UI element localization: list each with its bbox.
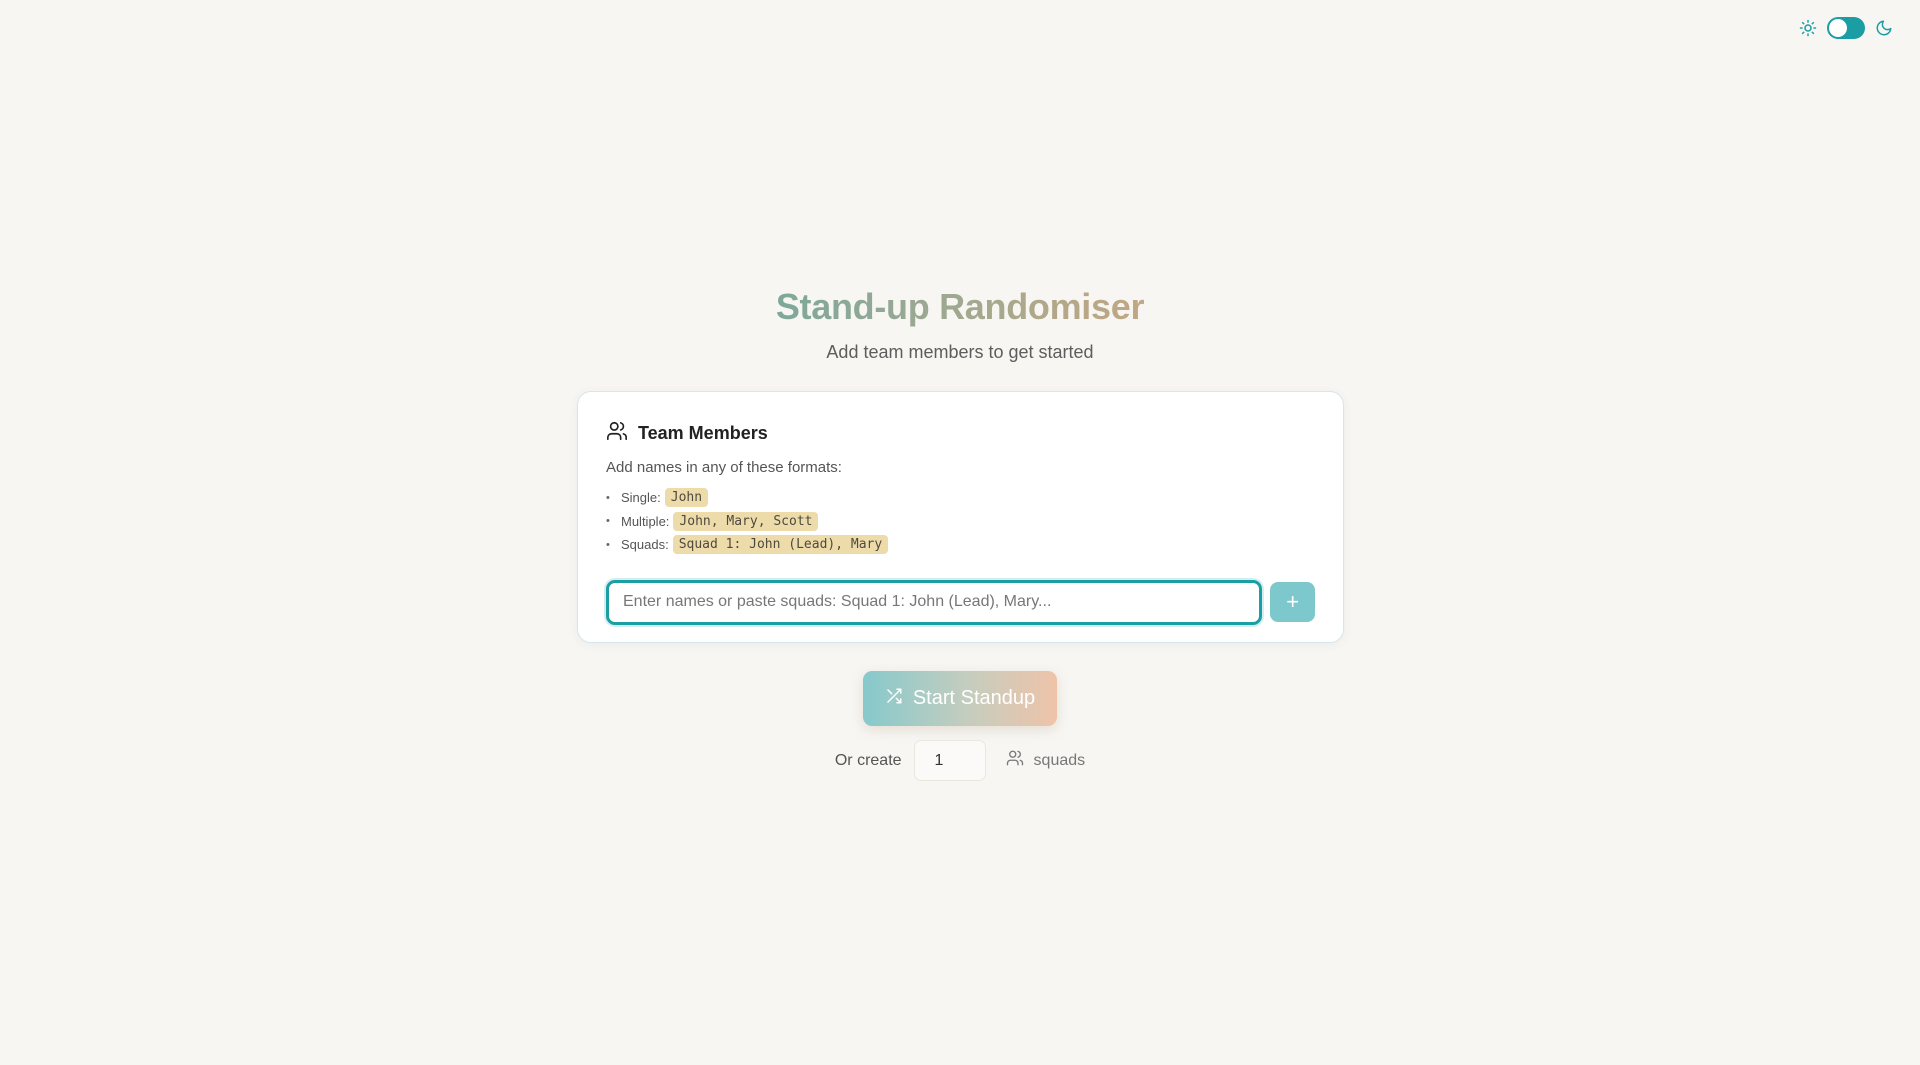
shuffle-icon bbox=[885, 687, 903, 711]
moon-icon bbox=[1875, 19, 1893, 37]
format-label: Multiple: bbox=[621, 513, 670, 529]
dark-mode-switch[interactable] bbox=[1827, 17, 1865, 39]
card-header: Team Members bbox=[606, 420, 1315, 447]
names-input[interactable] bbox=[606, 579, 1263, 625]
squads-suffix-group: squads bbox=[1006, 749, 1086, 772]
format-item-multiple: • Multiple: John, Mary, Scott bbox=[606, 510, 1315, 534]
start-standup-button[interactable]: Start Standup bbox=[863, 671, 1057, 726]
team-members-card: Team Members Add names in any of these f… bbox=[577, 391, 1344, 643]
format-item-squads: • Squads: Squad 1: John (Lead), Mary bbox=[606, 533, 1315, 557]
squads-suffix: squads bbox=[1033, 751, 1086, 769]
card-title: Team Members bbox=[638, 423, 768, 443]
format-item-single: • Single: John bbox=[606, 486, 1315, 510]
switch-knob bbox=[1829, 19, 1847, 37]
format-example: John bbox=[664, 488, 709, 508]
squads-prefix: Or create bbox=[834, 751, 902, 769]
squad-count-input[interactable] bbox=[913, 740, 986, 781]
add-member-row: + bbox=[606, 579, 1315, 625]
format-label: Squads: bbox=[621, 537, 669, 553]
create-squads-row: Or create squads bbox=[0, 740, 1920, 781]
format-list: • Single: John • Multiple: John, Mary, S… bbox=[606, 486, 1315, 557]
page-title: Stand-up Randomiser bbox=[775, 286, 1145, 327]
format-example: John, Mary, Scott bbox=[673, 511, 819, 531]
start-standup-label: Start Standup bbox=[912, 687, 1036, 709]
format-label: Single: bbox=[621, 490, 661, 506]
page-header: Stand-up Randomiser Add team members to … bbox=[0, 286, 1920, 363]
users-icon bbox=[606, 420, 628, 447]
sun-icon bbox=[1799, 19, 1817, 37]
add-member-button[interactable]: + bbox=[1270, 582, 1315, 622]
users-icon bbox=[1006, 749, 1024, 772]
formats-intro: Add names in any of these formats: bbox=[606, 459, 842, 476]
plus-icon: + bbox=[1286, 589, 1300, 614]
page-subtitle: Add team members to get started bbox=[826, 342, 1094, 362]
format-example: Squad 1: John (Lead), Mary bbox=[672, 535, 889, 555]
theme-toggle bbox=[1799, 17, 1893, 39]
